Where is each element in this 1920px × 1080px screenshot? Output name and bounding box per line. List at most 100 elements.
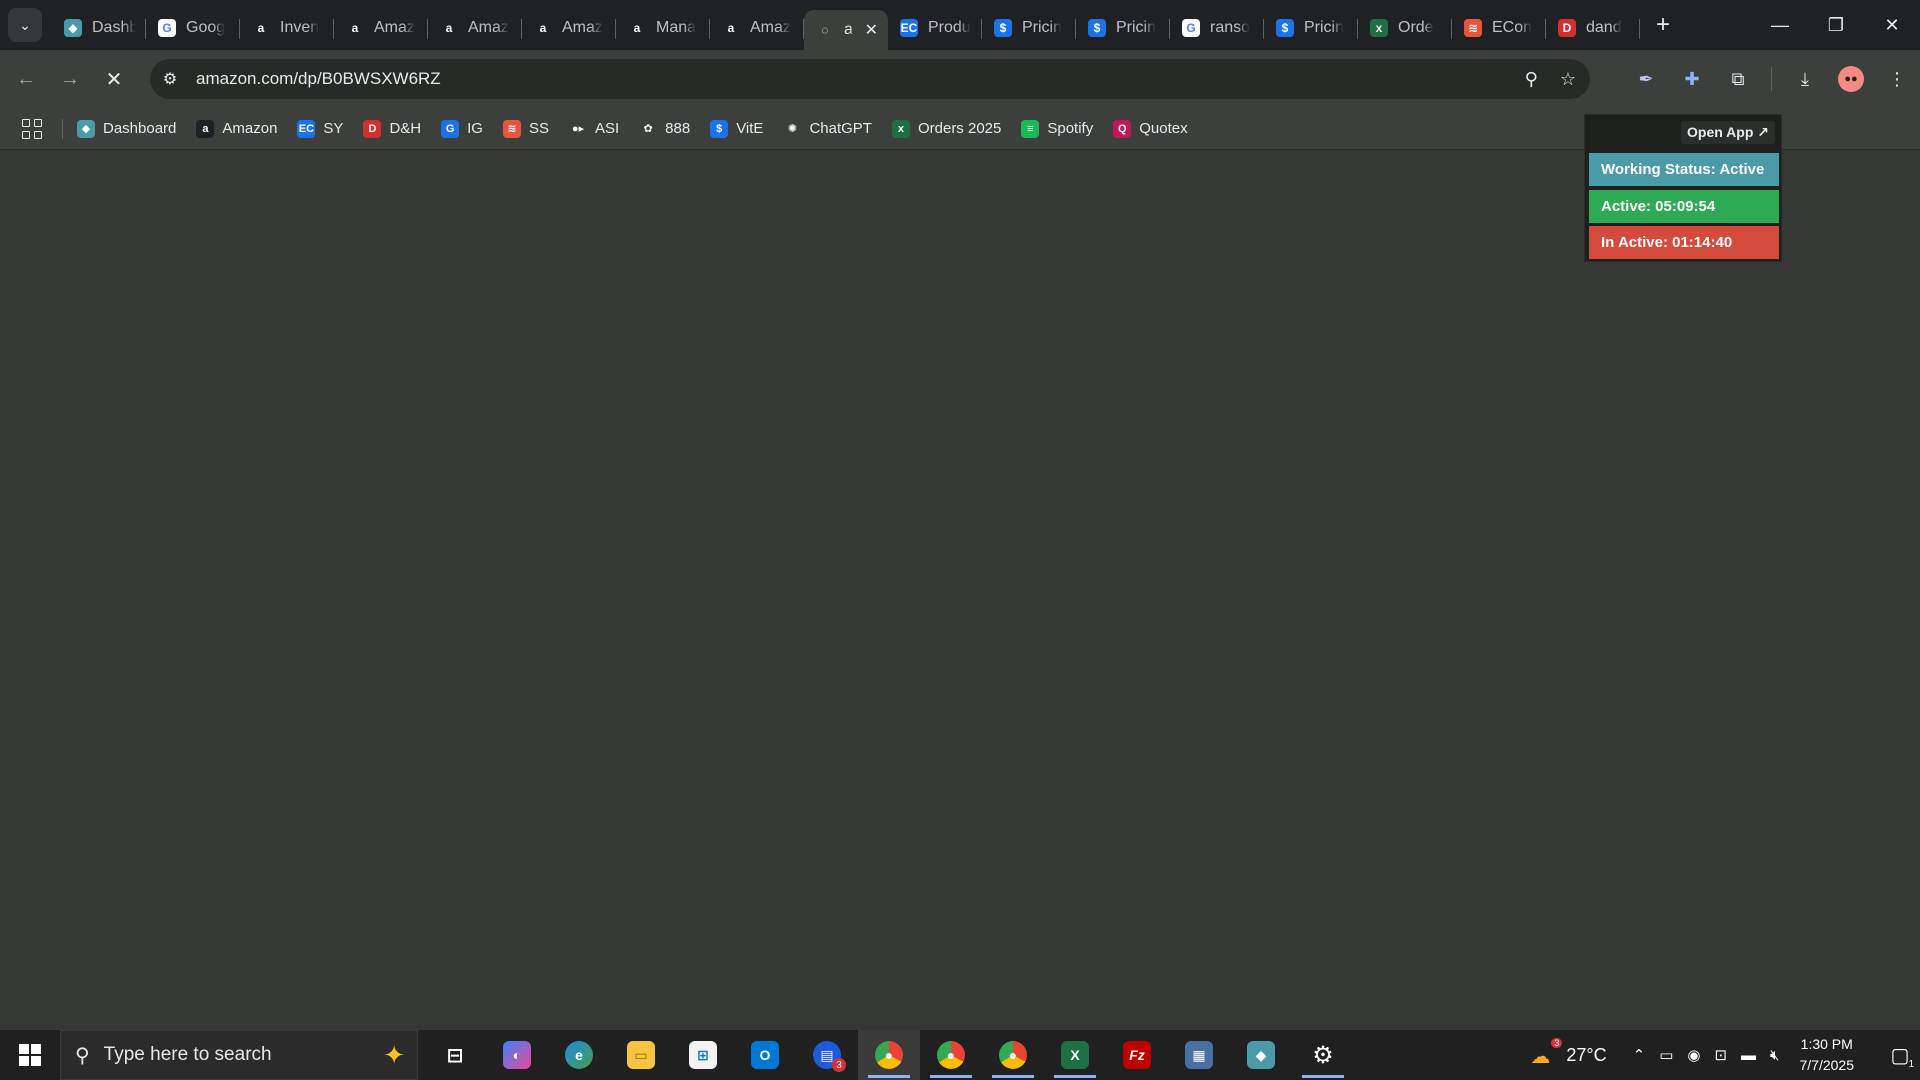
restore-button[interactable]: ❐ <box>1808 0 1864 50</box>
excel-app[interactable]: X <box>1044 1030 1106 1080</box>
dashboard-app[interactable]: ◆ <box>1230 1030 1292 1080</box>
tab-2[interactable]: a Inven <box>240 8 334 48</box>
tab-0[interactable]: ◆ Dashb <box>52 8 146 48</box>
task-view-button[interactable]: ⊟ <box>424 1030 486 1080</box>
close-window-button[interactable]: ✕ <box>1864 0 1920 50</box>
tab-1[interactable]: G Goog <box>146 8 240 48</box>
ig-icon: G <box>441 119 460 138</box>
bookmark-9[interactable]: ✺ ChatGPT <box>783 119 872 138</box>
tab-6[interactable]: a Mana <box>616 8 710 48</box>
bookmark-6[interactable]: ●▸ ASI <box>568 119 619 138</box>
calculator-app[interactable]: ▦ <box>1168 1030 1230 1080</box>
site-info-icon[interactable]: ⚙ <box>150 69 190 89</box>
bookmark-label: D&H <box>389 120 422 137</box>
filezilla-app[interactable]: Fz <box>1106 1030 1168 1080</box>
chevron-up-icon[interactable]: ⌃ <box>1633 1046 1646 1064</box>
volume-muted-icon[interactable]: 🔇︎ <box>1770 1047 1779 1064</box>
profile-avatar[interactable]: ●● <box>1838 66 1864 92</box>
working-status-badge: Working Status: Active <box>1589 153 1779 186</box>
network-icon[interactable]: ⊡ <box>1714 1046 1727 1064</box>
tab-title: Inven <box>280 19 320 36</box>
extension-feather-icon[interactable]: ✒ <box>1633 66 1659 92</box>
minimize-icon: — <box>1771 14 1789 35</box>
apps-grid-icon[interactable] <box>20 117 44 141</box>
outlook-app[interactable]: O <box>734 1030 796 1080</box>
zoom-icon[interactable]: ⚲ <box>1525 69 1538 90</box>
tab-9[interactable]: EC Produ <box>888 8 982 48</box>
bookmark-12[interactable]: Q Quotex <box>1113 119 1188 138</box>
settings-app[interactable]: ⚙ <box>1292 1030 1354 1080</box>
tab-15[interactable]: ≋ ECon <box>1452 8 1546 48</box>
open-app-button[interactable]: Open App ↗ <box>1681 121 1775 144</box>
minimize-button[interactable]: — <box>1752 0 1808 50</box>
file-explorer-app[interactable]: ▭ <box>610 1030 672 1080</box>
new-tab-button[interactable]: + <box>1648 10 1678 40</box>
extensions-icon[interactable]: ⧉ <box>1725 66 1751 92</box>
extension-puzzle-blue-icon[interactable]: ✚ <box>1679 66 1705 92</box>
copilot-icon: ◐ <box>503 1041 531 1069</box>
amazon-icon: a <box>628 19 646 37</box>
tab-16[interactable]: Ddand <box>1546 8 1640 48</box>
notification-count: 1 <box>1908 1059 1914 1070</box>
clock-time: 1:30 PM <box>1800 1036 1853 1052</box>
bookmark-10[interactable]: x Orders 2025 <box>891 119 1001 138</box>
start-button[interactable] <box>0 1030 60 1080</box>
tab-3[interactable]: a Amaz <box>334 8 428 48</box>
url-text[interactable]: amazon.com/dp/B0BWSXW6RZ <box>196 69 441 89</box>
copilot-app[interactable]: ◐ <box>486 1030 548 1080</box>
outlook-badge: 3 <box>832 1058 846 1072</box>
bookmark-3[interactable]: D D&H <box>363 119 422 138</box>
calendar-app[interactable]: ▤ 3 <box>796 1030 858 1080</box>
ms-store-app[interactable]: ⊞ <box>672 1030 734 1080</box>
taskbar-search-box[interactable]: ⚲ Type here to search ✦ <box>60 1030 418 1080</box>
tab-14[interactable]: x Orde <box>1358 8 1452 48</box>
google-lens-icon: G <box>158 19 176 37</box>
chrome-icon: ● <box>999 1041 1027 1069</box>
bookmark-2[interactable]: EC SY <box>297 119 343 138</box>
forward-button[interactable]: → <box>52 61 88 97</box>
download-icon[interactable]: ⤓ <box>1792 66 1818 92</box>
address-bar[interactable]: ⚙ amazon.com/dp/B0BWSXW6RZ ⚲ ☆ <box>150 59 1590 99</box>
dashboard-icon: ◆ <box>77 119 95 138</box>
weather-widget[interactable]: ☁ 3 27°C <box>1530 1038 1607 1068</box>
bookmark-label: Quotex <box>1139 120 1188 137</box>
dandh-icon: D <box>1558 19 1576 37</box>
tab-10[interactable]: $ Pricin <box>982 8 1076 48</box>
amazon-icon: a <box>346 19 364 37</box>
back-button[interactable]: ← <box>8 61 44 97</box>
battery-icon[interactable]: ▬ <box>1741 1047 1756 1064</box>
tab-title: Dashb <box>92 19 136 36</box>
clock[interactable]: 1:30 PM 7/7/2025 <box>1800 1034 1855 1076</box>
bookmark-7[interactable]: ✿ 888 <box>639 119 690 138</box>
tab-8[interactable]: ◌ a ✕ <box>804 10 888 50</box>
bookmark-8[interactable]: $ VitE <box>710 119 763 138</box>
chrome-app-1[interactable]: ● <box>858 1030 920 1080</box>
tab-5[interactable]: a Amaz <box>522 8 616 48</box>
stop-loading-button[interactable]: ✕ <box>96 61 132 97</box>
tab-11[interactable]: $ Pricin <box>1076 8 1170 48</box>
excel-icon: x <box>1370 19 1388 37</box>
tab-7[interactable]: a Amaz <box>710 8 804 48</box>
bookmark-label: IG <box>467 120 483 137</box>
tab-title: dand <box>1586 19 1622 36</box>
menu-kebab-icon[interactable]: ⋮ <box>1884 66 1910 92</box>
chrome-app-2[interactable]: ● <box>920 1030 982 1080</box>
tab-12[interactable]: Granso <box>1170 8 1264 48</box>
chrome-app-3[interactable]: ● <box>982 1030 1044 1080</box>
bookmark-11[interactable]: ≡ Spotify <box>1021 119 1093 138</box>
tab-search-button[interactable]: ⌄ <box>8 8 42 42</box>
tab-13[interactable]: $ Pricin <box>1264 8 1358 48</box>
edge-app[interactable]: e <box>548 1030 610 1080</box>
bookmark-0[interactable]: ◆ Dashboard <box>77 119 176 138</box>
notification-button[interactable]: ▢ 1 <box>1880 1030 1920 1080</box>
close-tab-icon[interactable]: ✕ <box>865 20 878 40</box>
system-tray: ☁ 3 27°C ⌃ ▭ ◉ ⊡ ▬ 🔇︎ 1:30 PM 7/7/2025 ▢ … <box>1530 1030 1920 1080</box>
display-icon[interactable]: ▭ <box>1659 1046 1673 1064</box>
tab-4[interactable]: a Amaz <box>428 8 522 48</box>
bookmark-star-icon[interactable]: ☆ <box>1560 69 1576 90</box>
bookmark-5[interactable]: ≋ SS <box>502 119 549 138</box>
bookmark-4[interactable]: G IG <box>441 119 483 138</box>
camera-icon[interactable]: ◉ <box>1687 1046 1700 1064</box>
restore-icon: ❐ <box>1827 14 1845 35</box>
bookmark-1[interactable]: a Amazon <box>196 119 277 138</box>
